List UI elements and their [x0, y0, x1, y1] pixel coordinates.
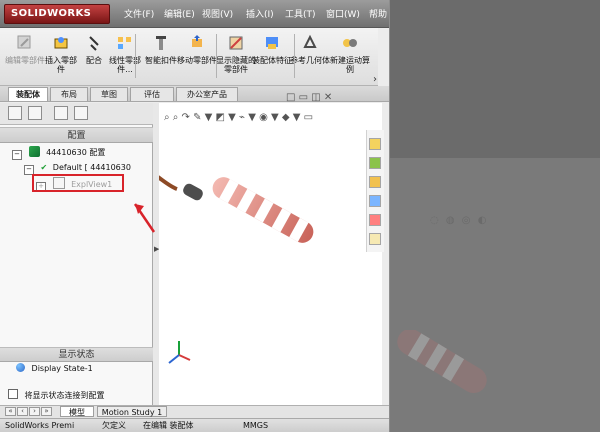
checkmark-icon: ✔: [40, 163, 48, 172]
configuration-header: 配置: [0, 127, 153, 143]
solidworks-window: SOLIDWORKS 文件(F) 编辑(E) 视图(V) 插入(I) 工具(T)…: [0, 0, 390, 432]
edit-component-icon: [17, 35, 31, 49]
mate-label: 配合: [86, 56, 102, 65]
background-toolbar-icon: ◌ ◍ ◎ ◐: [430, 215, 489, 226]
next-tab-button[interactable]: ›: [29, 407, 40, 416]
new-motion-study-label: 新建运动算例: [330, 56, 370, 74]
model-view-svg: [156, 175, 314, 364]
smart-fastener-icon: [156, 36, 166, 50]
menu-view[interactable]: 视图(V): [202, 7, 233, 23]
show-hidden-components-button[interactable]: 显示隐藏的零部件: [216, 32, 256, 82]
editing-status: 在编辑 装配体: [143, 421, 194, 430]
folder-icon[interactable]: [369, 176, 381, 188]
default-config-row[interactable]: − ✔ Default [ 44410630: [24, 161, 153, 175]
window-controls-icon[interactable]: □ ▭ ◫ ✕: [286, 92, 360, 106]
feature-manager-icon[interactable]: [8, 106, 22, 120]
configuration-root-label: 44410630 配置: [46, 148, 106, 157]
reference-geometry-label: 参考几何体: [290, 56, 330, 65]
collapse-icon[interactable]: −: [12, 150, 22, 160]
probe-model: [156, 175, 314, 243]
display-state-icon: [16, 363, 25, 372]
move-component-label: 移动零部件: [177, 56, 217, 65]
reference-geometry-button[interactable]: 参考几何体: [290, 32, 330, 82]
move-component-icon: [192, 35, 202, 47]
graphics-area[interactable]: [156, 103, 382, 405]
product-name: SolidWorks Premi: [5, 421, 75, 430]
configuration-manager-icon[interactable]: [54, 106, 68, 120]
annotation-arrow-icon: [133, 203, 156, 233]
appearance-icon[interactable]: [369, 214, 381, 226]
menu-window[interactable]: 窗口(W): [326, 7, 360, 23]
parts-library-icon[interactable]: [369, 157, 381, 169]
statusbar: SolidWorks Premi 欠定义 在编辑 装配体 MMGS: [0, 418, 389, 432]
new-motion-study-button[interactable]: 新建运动算例: [330, 32, 370, 82]
link-display-states-checkbox[interactable]: [8, 389, 18, 399]
chevron-right-icon[interactable]: ▶: [154, 239, 159, 259]
toolbar-separator: [216, 34, 217, 78]
titlebar: SOLIDWORKS 文件(F) 编辑(E) 视图(V) 插入(I) 工具(T)…: [0, 0, 389, 28]
home-icon[interactable]: [369, 138, 381, 150]
show-hidden-components-label: 显示隐藏的零部件: [216, 56, 256, 74]
move-component-button[interactable]: 移动零部件: [177, 32, 217, 82]
linear-pattern-label: 线性零部件...: [109, 56, 141, 74]
toolbar-separator: [135, 34, 136, 78]
display-state-label: Display State-1: [31, 364, 93, 373]
assembly-config-icon: [28, 146, 40, 157]
motion-study-tab[interactable]: Motion Study 1: [97, 406, 167, 417]
bottom-tabs-bar: [0, 405, 389, 418]
tab-layout[interactable]: 布局: [50, 87, 88, 101]
tab-assembly[interactable]: 装配体: [8, 87, 48, 101]
link-display-states-row[interactable]: 将显示状态连接到配置: [8, 389, 150, 403]
model-tab[interactable]: 模型: [60, 406, 94, 417]
menu-help[interactable]: 帮助: [369, 7, 387, 23]
default-config-label: Default [ 44410630: [52, 163, 131, 172]
menu-edit[interactable]: 编辑(E): [164, 7, 195, 23]
heads-up-view-toolbar-icon[interactable]: ⌕ ⌕ ↷ ✎ ▼ ◩ ▼ ⌁ ▼ ◉ ▼ ◆ ▼ ▭: [164, 112, 358, 126]
units-status[interactable]: MMGS: [243, 419, 268, 432]
property-manager-icon[interactable]: [28, 106, 42, 120]
first-tab-button[interactable]: «: [5, 407, 16, 416]
edit-component-button[interactable]: 编辑零部件: [4, 32, 46, 82]
assembly-features-button[interactable]: 装配体特征: [252, 32, 292, 82]
command-manager: 编辑零部件 插入零部件 配合 线性零部件... 智能扣件 移动零部件 显示隐藏的…: [0, 28, 378, 86]
app-logo: SOLIDWORKS: [4, 4, 110, 24]
smart-fastener-button[interactable]: 智能扣件: [142, 32, 180, 82]
mate-icon: [89, 36, 99, 51]
reference-geometry-icon: [303, 34, 317, 48]
insert-component-button[interactable]: 插入零部件: [42, 32, 80, 82]
tab-evaluate[interactable]: 评估: [130, 87, 174, 101]
menu-file[interactable]: 文件(F): [124, 7, 154, 23]
link-display-states-label: 将显示状态连接到配置: [24, 391, 105, 400]
insert-component-icon: [54, 37, 68, 49]
display-manager-icon[interactable]: [74, 106, 88, 120]
new-motion-study-icon: [343, 39, 357, 47]
background-probe-icon: [397, 330, 487, 394]
show-hidden-components-icon: [229, 36, 243, 50]
document-icon[interactable]: [369, 195, 381, 207]
display-state-row[interactable]: Display State-1: [16, 362, 148, 376]
menu-insert[interactable]: 插入(I): [246, 7, 274, 23]
menu-tools[interactable]: 工具(T): [285, 7, 316, 23]
assembly-features-icon: [266, 37, 278, 49]
configuration-manager-panel: 配置 − 44410630 配置 − ✔ Default [ 44410630 …: [0, 103, 153, 405]
edit-component-label: 编辑零部件: [5, 56, 45, 65]
selection-highlight-box: [32, 174, 124, 192]
linear-pattern-button[interactable]: 线性零部件...: [104, 32, 146, 82]
smart-fastener-label: 智能扣件: [145, 56, 177, 65]
definition-status: 欠定义: [102, 421, 126, 430]
configuration-root-row[interactable]: − 44410630 配置: [12, 146, 150, 160]
previous-tab-button[interactable]: ‹: [17, 407, 28, 416]
display-state-header: 显示状态: [0, 347, 153, 362]
triad-axis-icon: [168, 341, 191, 364]
tab-office-products[interactable]: 办公室产品: [176, 87, 238, 101]
last-tab-button[interactable]: »: [41, 407, 52, 416]
assembly-features-label: 装配体特征: [252, 56, 292, 65]
tab-sketch[interactable]: 草图: [90, 87, 128, 101]
notes-icon[interactable]: [369, 233, 381, 245]
panel-toolbar: [0, 103, 153, 125]
insert-component-label: 插入零部件: [45, 56, 77, 74]
toolbar-separator: [294, 34, 295, 78]
linear-pattern-icon: [118, 37, 131, 49]
